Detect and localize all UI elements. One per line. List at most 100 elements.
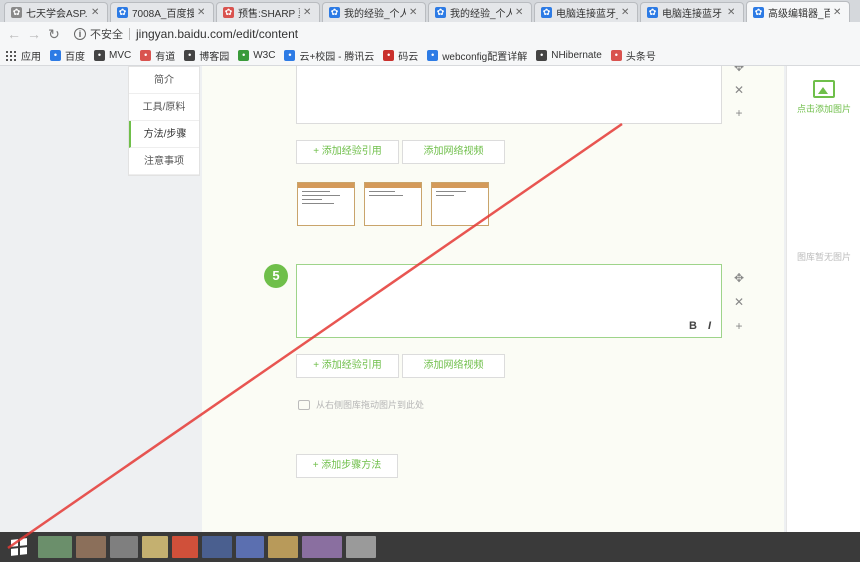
close-icon[interactable]: ✕ [732, 295, 746, 309]
browser-tab[interactable]: ✿ 我的经验_个人 ✕ [322, 2, 426, 22]
tab-title: 预售:SHARP 夏 [238, 9, 300, 20]
taskbar-app[interactable] [172, 536, 198, 558]
page-content: 简介 工具/原料 方法/步骤 注意事项 ✥ ✕ + + 添加经验引用 添加网络视频 5… [0, 66, 860, 532]
empty-library-label: 图库暂无图片 [796, 252, 851, 262]
bookmark-label: webconfig配置详解 [442, 52, 528, 63]
paw-icon: ✿ [541, 7, 552, 18]
toutiao-icon: • [610, 50, 622, 61]
add-image-button[interactable]: 点击添加图片 [787, 80, 860, 115]
bookmark-item[interactable]: • 百度 [50, 48, 85, 63]
bookmark-item[interactable]: • webconfig配置详解 [427, 48, 527, 63]
close-tab-icon[interactable]: ✕ [197, 7, 207, 18]
bookmark-label: W3C [253, 50, 276, 61]
plus-icon[interactable]: + [732, 319, 746, 333]
close-tab-icon[interactable]: ✕ [515, 7, 525, 18]
add-step-button[interactable]: + 添加步骤方法 [296, 454, 398, 478]
close-tab-icon[interactable]: ✕ [727, 7, 737, 18]
bookmark-item[interactable]: • W3C [238, 50, 275, 61]
tab-title: 电脑连接蓝牙 [662, 9, 722, 20]
start-button[interactable] [0, 532, 38, 562]
step4-textbox[interactable] [296, 66, 722, 124]
back-button[interactable]: ← [6, 26, 22, 42]
paw-icon: ✿ [435, 7, 446, 18]
bookmark-item[interactable]: • 云+校园 - 腾讯云 [284, 48, 374, 63]
outline-item[interactable]: 注意事项 [129, 148, 199, 175]
paw-icon: ✿ [117, 7, 128, 18]
browser-tab[interactable]: ✿ 电脑连接蓝牙_ ✕ [534, 2, 638, 22]
taskbar-app[interactable] [268, 536, 298, 558]
bold-button[interactable]: B [689, 320, 697, 332]
apps-grid-icon [6, 50, 16, 61]
taskbar-app[interactable] [110, 536, 138, 558]
italic-button[interactable]: I [708, 320, 711, 332]
forward-button[interactable]: → [26, 26, 42, 42]
taskbar-app[interactable] [142, 536, 168, 558]
plus-icon[interactable]: + [732, 106, 746, 120]
add-reference-button[interactable]: + 添加经验引用 [296, 140, 399, 164]
taskbar-app[interactable] [38, 536, 72, 558]
url-field[interactable]: jingyan.baidu.com/edit/content [136, 27, 298, 41]
move-icon[interactable]: ✥ [732, 66, 746, 74]
add-video-button[interactable]: 添加网络视频 [402, 140, 505, 164]
image-thumbnail[interactable] [431, 182, 489, 226]
paw-icon: ✿ [753, 6, 764, 18]
address-bar: ← → ↻ i 不安全 jingyan.baidu.com/edit/conte… [0, 22, 860, 46]
outline-item[interactable]: 工具/原料 [129, 94, 199, 121]
paw-icon: ✿ [11, 7, 22, 18]
taskbar-app[interactable] [346, 536, 376, 558]
browser-tab[interactable]: ✿ 预售:SHARP 夏✕ [216, 2, 320, 22]
browser-tab[interactable]: ✿ 电脑连接蓝牙 ✕ [640, 2, 744, 22]
taskbar-app[interactable] [236, 536, 264, 558]
bookmark-item[interactable]: • 博客园 [184, 48, 229, 63]
bookmark-label: 百度 [65, 52, 85, 63]
tab-title: 我的经验_个人 [450, 9, 512, 20]
taskbar-app[interactable] [302, 536, 342, 558]
image-thumbnail[interactable] [297, 182, 355, 226]
close-icon[interactable]: ✕ [732, 83, 746, 97]
tab-title: 七天学会ASP.N [26, 9, 88, 20]
picture-icon [813, 80, 835, 98]
image-library-panel: 点击添加图片 图库暂无图片 [786, 66, 860, 532]
step-number-badge: 5 [264, 264, 288, 288]
bookmark-label: 头条号 [625, 52, 656, 63]
paw-icon: • [427, 50, 439, 61]
editor-area: ✥ ✕ + + 添加经验引用 添加网络视频 5 B I ✥ ✕ + + 添加经验… [202, 66, 784, 532]
bookmark-label: 云+校园 - 腾讯云 [299, 52, 375, 63]
browser-tab[interactable]: ✿ 7008A_百度搜 ✕ [110, 2, 214, 22]
info-icon[interactable]: i [74, 28, 86, 40]
taskbar-app[interactable] [202, 536, 232, 558]
bookmark-item[interactable]: • MVC [94, 50, 131, 61]
step5-textbox[interactable]: B I [296, 264, 722, 338]
bookmark-item[interactable]: • NHibernate [536, 50, 602, 61]
move-icon[interactable]: ✥ [732, 271, 746, 285]
image-icon [298, 399, 310, 410]
paw-icon: • [50, 50, 61, 61]
y-icon: • [140, 50, 152, 61]
close-tab-icon[interactable]: ✕ [621, 7, 631, 18]
close-tab-icon[interactable]: ✕ [833, 7, 843, 18]
bookmark-label: 码云 [398, 52, 419, 63]
g-icon: • [383, 50, 395, 61]
reload-button[interactable]: ↻ [46, 26, 62, 42]
paw-icon: ✿ [329, 7, 340, 18]
bookmark-label: 应用 [21, 52, 41, 63]
taskbar-app[interactable] [76, 536, 106, 558]
add-video-button[interactable]: 添加网络视频 [402, 354, 505, 378]
close-tab-icon[interactable]: ✕ [91, 7, 101, 18]
image-thumbnail[interactable] [364, 182, 422, 226]
bookmark-item[interactable]: 应用 [6, 48, 41, 63]
bookmark-item[interactable]: • 头条号 [610, 48, 656, 63]
outline-item[interactable]: 方法/步骤 [129, 121, 199, 148]
bookmark-item[interactable]: • 有道 [140, 48, 175, 63]
browser-tab[interactable]: ✿ 我的经验_个人 ✕ [428, 2, 532, 22]
browser-tab[interactable]: ✿ 七天学会ASP.N ✕ [4, 2, 108, 22]
close-tab-icon[interactable]: ✕ [303, 7, 313, 18]
tab-title: 高级编辑器_百 [768, 8, 830, 20]
address-separator [129, 28, 130, 40]
browser-tab[interactable]: ✿ 高级编辑器_百 ✕ [746, 1, 850, 22]
bookmark-item[interactable]: • 码云 [383, 48, 418, 63]
add-reference-button[interactable]: + 添加经验引用 [296, 354, 399, 378]
close-tab-icon[interactable]: ✕ [409, 7, 419, 18]
outline-nav: 简介 工具/原料 方法/步骤 注意事项 [128, 66, 200, 176]
outline-item[interactable]: 简介 [129, 67, 199, 94]
